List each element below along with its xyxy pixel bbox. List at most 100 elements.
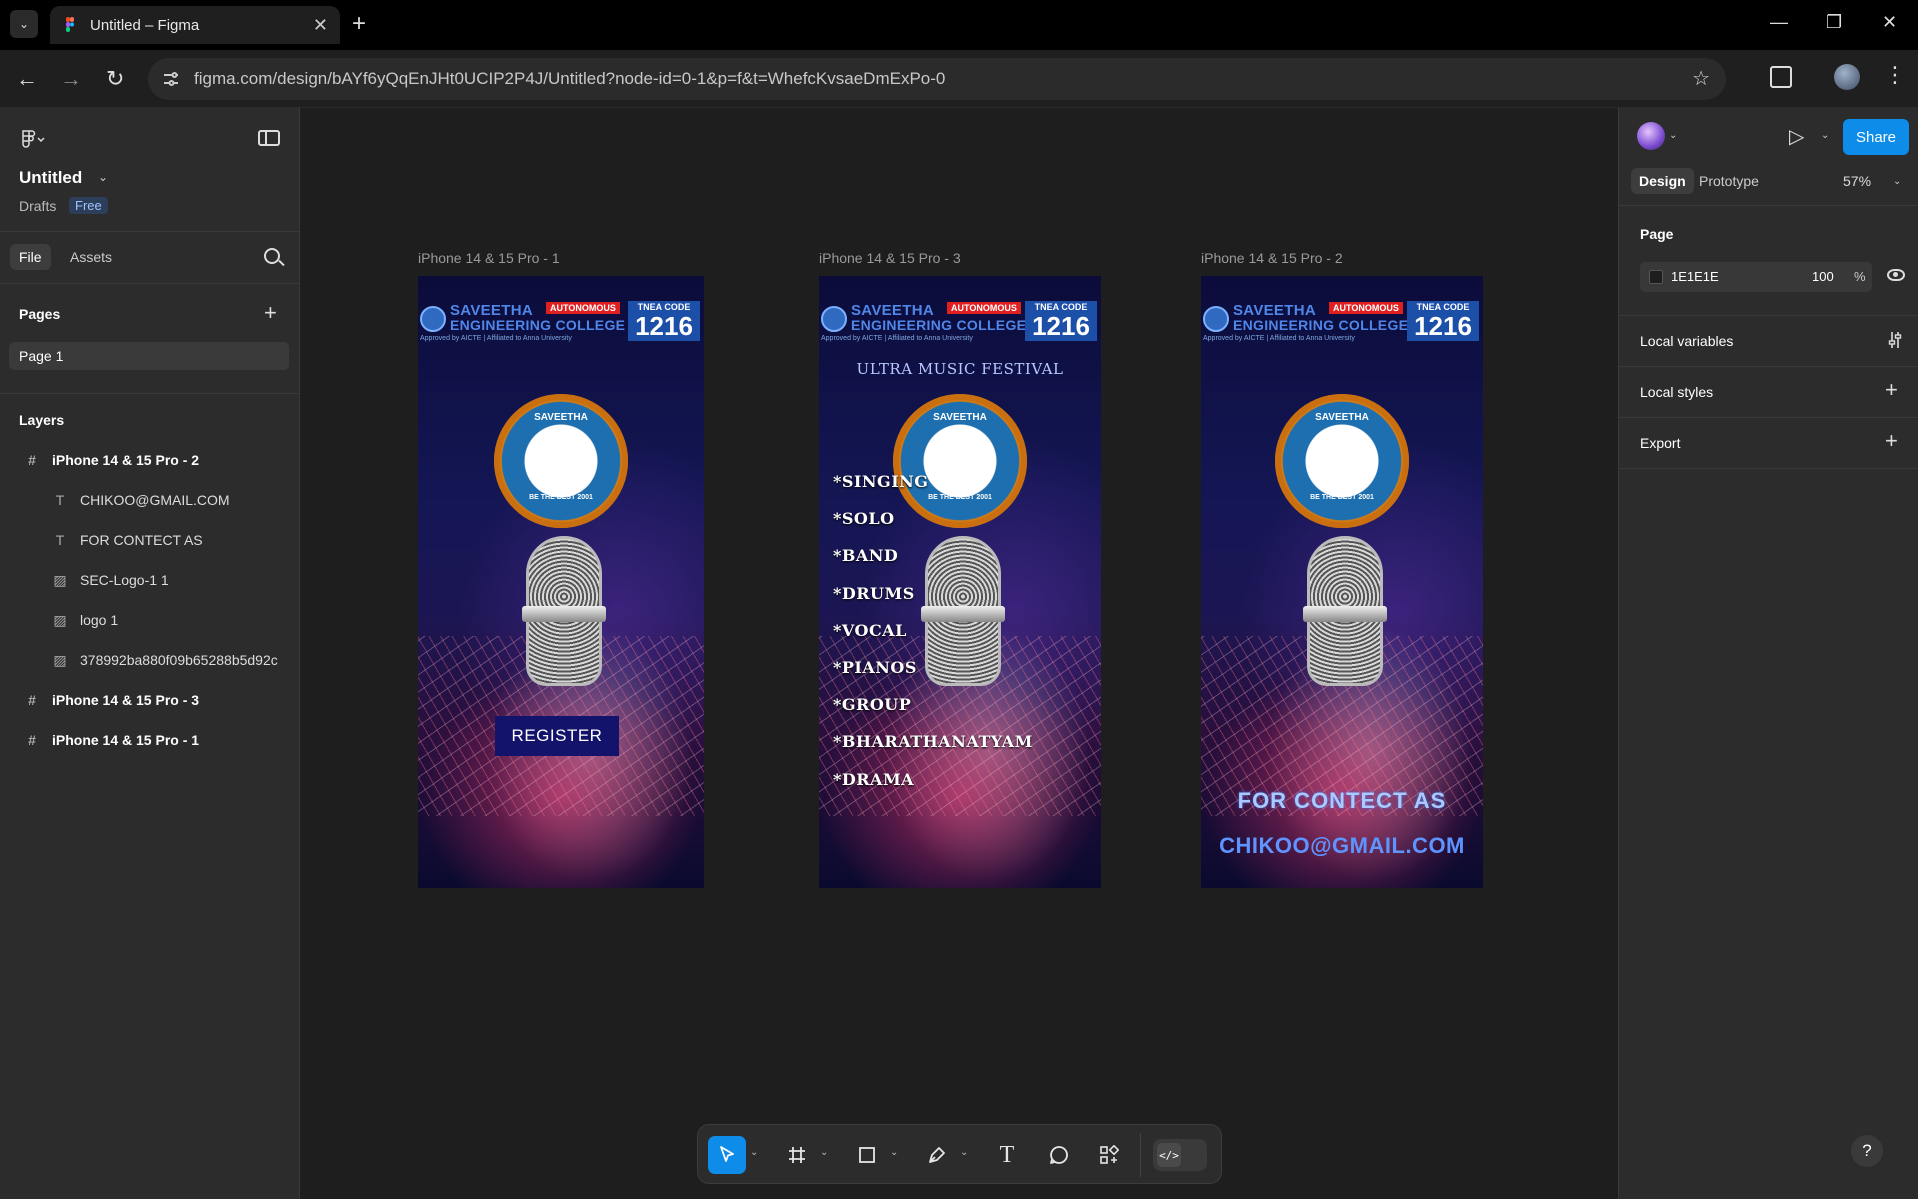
bookmark-star-icon[interactable]: ☆ <box>1692 66 1710 91</box>
approval-note: Approved by AICTE | Affiliated to Anna U… <box>1203 335 1355 342</box>
sliders-icon[interactable] <box>1888 330 1902 353</box>
browser-profile-avatar[interactable] <box>1834 64 1860 90</box>
eye-icon[interactable] <box>1887 269 1905 281</box>
shape-tool-button[interactable] <box>848 1136 886 1174</box>
page-opacity-value[interactable]: 100 <box>1812 269 1834 284</box>
zoom-level[interactable]: 57% <box>1843 173 1871 189</box>
event-item: *PIANOS <box>833 657 917 677</box>
forward-button[interactable]: → <box>60 66 82 92</box>
frame-tool-button[interactable] <box>778 1136 816 1174</box>
add-page-icon[interactable]: + <box>264 300 277 326</box>
move-tool-button[interactable] <box>708 1136 746 1174</box>
event-item: *BAND <box>833 546 899 566</box>
new-tab-button[interactable]: + <box>352 10 366 38</box>
frame-label[interactable]: iPhone 14 & 15 Pro - 1 <box>418 250 560 266</box>
frame-label[interactable]: iPhone 14 & 15 Pro - 3 <box>819 250 961 266</box>
tab-search-button[interactable]: ⌄ <box>10 10 38 38</box>
contact-email: CHIKOO@GMAIL.COM <box>1219 833 1465 858</box>
event-item: *SOLO <box>833 509 895 529</box>
add-style-icon[interactable]: + <box>1885 377 1898 403</box>
present-play-icon[interactable]: ▷ <box>1789 124 1804 149</box>
restore-button[interactable]: ❐ <box>1826 12 1842 33</box>
local-variables-section: Local variables <box>1619 316 1918 367</box>
design-canvas[interactable]: iPhone 14 & 15 Pro - 1 SAVEETHA ENGINEERI… <box>300 108 1618 1199</box>
file-name[interactable]: Untitled <box>19 168 82 188</box>
browser-menu-icon[interactable]: ⋮ <box>1884 62 1906 88</box>
image-layer-icon: ▨ <box>53 571 67 588</box>
layer-label: SEC-Logo-1 1 <box>80 572 169 588</box>
dev-mode-toggle[interactable]: </> <box>1153 1139 1207 1171</box>
chevron-down-icon[interactable]: ⌄ <box>98 170 108 184</box>
tab-close-icon[interactable]: ✕ <box>313 15 328 36</box>
figma-favicon-icon <box>62 17 78 33</box>
page-item[interactable]: Page 1 <box>9 342 289 370</box>
frame-iphone-2[interactable]: SAVEETHA ENGINEERING COLLEGE AUTONOMOUS T… <box>1201 276 1483 888</box>
left-sidebar: Untitled ⌄ Drafts Free File Assets Pages… <box>0 108 300 1199</box>
reload-button[interactable]: ↻ <box>106 66 124 92</box>
layer-frame[interactable]: # iPhone 14 & 15 Pro - 3 <box>24 686 324 714</box>
back-button[interactable]: ← <box>16 66 38 92</box>
add-export-icon[interactable]: + <box>1885 428 1898 454</box>
frame-iphone-1[interactable]: SAVEETHA ENGINEERING COLLEGE AUTONOMOUS T… <box>418 276 704 888</box>
text-layer-icon: T <box>55 532 65 548</box>
local-variables-label[interactable]: Local variables <box>1640 333 1733 349</box>
chevron-down-icon[interactable]: ⌄ <box>750 1147 758 1158</box>
tab-design[interactable]: Design <box>1631 168 1694 194</box>
frame-iphone-3[interactable]: SAVEETHA ENGINEERING COLLEGE AUTONOMOUS T… <box>819 276 1101 888</box>
autonomous-badge: AUTONOMOUS <box>1329 302 1403 314</box>
page-section-title: Page <box>1640 226 1674 242</box>
text-tool-button[interactable]: T <box>988 1136 1026 1174</box>
site-info-icon[interactable] <box>162 70 180 88</box>
local-styles-section: Local styles + <box>1619 367 1918 418</box>
opacity-unit: % <box>1854 269 1866 284</box>
close-window-button[interactable]: ✕ <box>1882 12 1897 33</box>
color-swatch[interactable] <box>1649 270 1663 284</box>
layer-label: FOR CONTECT AS <box>80 532 203 548</box>
register-button[interactable]: REGISTER <box>495 716 619 756</box>
layer-label: iPhone 14 & 15 Pro - 2 <box>52 452 200 468</box>
frame-label[interactable]: iPhone 14 & 15 Pro - 2 <box>1201 250 1343 266</box>
sidebar-toggle-icon[interactable] <box>258 130 280 146</box>
drafts-label[interactable]: Drafts <box>19 198 56 214</box>
tab-file[interactable]: File <box>10 244 51 270</box>
minimize-button[interactable]: — <box>1770 12 1788 33</box>
tab-prototype[interactable]: Prototype <box>1691 168 1767 194</box>
layer-image[interactable]: ▨ 378992ba880f09b65288b5d92c <box>52 646 300 674</box>
browser-tab[interactable]: Untitled – Figma ✕ <box>50 6 340 44</box>
toolbar-divider <box>1140 1133 1141 1177</box>
layer-label: 378992ba880f09b65288b5d92c <box>80 652 278 668</box>
actions-tool-button[interactable] <box>1090 1136 1128 1174</box>
page-color-field[interactable]: 1E1E1E 100 % <box>1640 262 1872 292</box>
tab-title: Untitled – Figma <box>90 16 200 34</box>
image-layer-icon: ▨ <box>53 651 67 668</box>
export-label[interactable]: Export <box>1640 435 1680 451</box>
chevron-down-icon[interactable]: ⌄ <box>960 1147 968 1158</box>
file-header: Untitled ⌄ Drafts Free <box>0 108 299 232</box>
share-button[interactable]: Share <box>1843 119 1909 155</box>
plan-badge: Free <box>69 197 108 214</box>
help-button[interactable]: ? <box>1851 1135 1883 1167</box>
microphone-band <box>522 606 606 622</box>
pen-tool-button[interactable] <box>918 1136 956 1174</box>
layer-frame[interactable]: # iPhone 14 & 15 Pro - 2 <box>24 446 324 474</box>
comment-icon <box>1050 1146 1068 1164</box>
extensions-icon[interactable] <box>1770 66 1792 88</box>
layer-label: iPhone 14 & 15 Pro - 3 <box>52 692 200 708</box>
chevron-down-icon[interactable]: ⌄ <box>1669 130 1677 141</box>
figma-main-menu-icon[interactable] <box>20 130 46 153</box>
user-avatar[interactable] <box>1637 122 1665 150</box>
layer-frame[interactable]: # iPhone 14 & 15 Pro - 1 <box>24 726 324 754</box>
url-input[interactable]: figma.com/design/bAYf6yQqEnJHt0UCIP2P4J/… <box>148 58 1726 100</box>
autonomous-badge: AUTONOMOUS <box>947 302 1021 314</box>
chevron-down-icon[interactable]: ⌄ <box>1893 176 1901 187</box>
chevron-down-icon[interactable]: ⌄ <box>890 1147 898 1158</box>
local-styles-label[interactable]: Local styles <box>1640 384 1713 400</box>
chevron-down-icon[interactable]: ⌄ <box>820 1147 828 1158</box>
page-color-hex[interactable]: 1E1E1E <box>1671 269 1719 284</box>
tab-assets[interactable]: Assets <box>61 244 121 270</box>
url-text: figma.com/design/bAYf6yQqEnJHt0UCIP2P4J/… <box>194 69 946 88</box>
comment-tool-button[interactable] <box>1040 1136 1078 1174</box>
search-icon[interactable] <box>264 248 280 264</box>
chevron-down-icon[interactable]: ⌄ <box>1821 130 1829 141</box>
cursor-icon <box>720 1146 734 1162</box>
